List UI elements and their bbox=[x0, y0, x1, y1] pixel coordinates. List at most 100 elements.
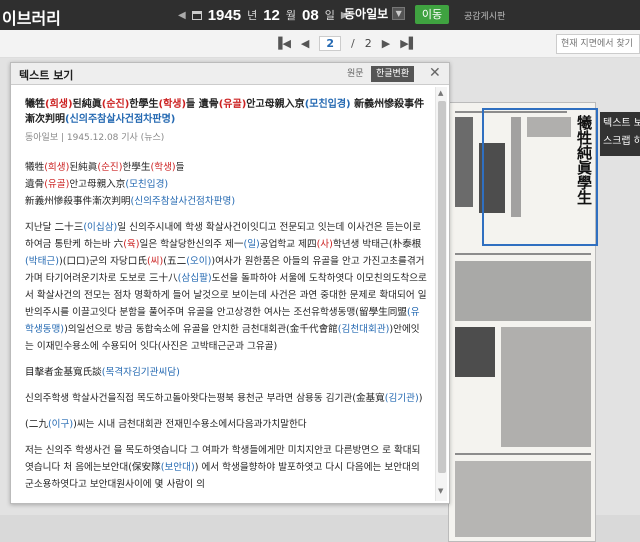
hanja-reading: (이십삼) bbox=[83, 222, 118, 233]
article-paragraph: 저는 신의주 학생사건 을 목도하엿습니다 그 여파가 학생들에게만 미치지안코… bbox=[25, 442, 427, 493]
pager: ▐◀ ◀ 2 / 2 ▶ ▶▌ bbox=[274, 36, 417, 51]
scroll-thumb[interactable] bbox=[438, 101, 446, 473]
hanja-reading: (김천대회관) bbox=[337, 324, 390, 335]
hanja-reading: (순진) bbox=[101, 99, 130, 110]
newspaper-text-block bbox=[455, 261, 591, 321]
article-paragraph: (二九(이구))씨는 시내 금천대회관 전재민수용소에서다음과가치말한다 bbox=[25, 416, 427, 433]
first-page-icon[interactable]: ▐◀ bbox=[274, 37, 291, 50]
hanja-reading: (씨) bbox=[146, 256, 164, 267]
hanja-reading: (김기관) bbox=[384, 393, 419, 404]
scroll-down-icon[interactable]: ▼ bbox=[438, 487, 443, 495]
article-text-run: 신의주학생 학살사건을직접 목도하고돌아왓다는평북 용천군 부라면 삼용동 김기… bbox=[25, 393, 385, 404]
article-text-run: (二九 bbox=[25, 419, 48, 430]
total-pages: 2 bbox=[364, 37, 372, 50]
hanja-reading: (희생) bbox=[44, 162, 70, 173]
hanja-reading: (학생) bbox=[158, 99, 187, 110]
top-bar: 이브러리 ◀ 1945 년 12 월 08 일 ▶ 동아일보 ▼ 이동 공감게시… bbox=[0, 0, 640, 30]
menu-scrap[interactable]: 스크랩 하기 bbox=[603, 133, 640, 151]
page-search-input[interactable] bbox=[556, 34, 640, 54]
newspaper-text-block bbox=[455, 117, 473, 207]
calendar-icon[interactable] bbox=[191, 10, 202, 20]
newspaper-name[interactable]: 동아일보 bbox=[344, 5, 388, 22]
article-text-run: 학년생 박태근(朴泰根 bbox=[332, 239, 422, 250]
hanja-reading: (보안대) bbox=[160, 462, 195, 473]
next-page-icon[interactable]: ▶ bbox=[382, 37, 390, 50]
tab-hangul-convert[interactable]: 한글변환 bbox=[371, 66, 415, 82]
hanja-reading: (신의주참살사건점차판명) bbox=[130, 196, 236, 207]
newspaper-rule bbox=[455, 253, 591, 255]
article-text-run: 지난달 二十三 bbox=[25, 222, 84, 233]
article-text-run: 目擊者金基寬氏談 bbox=[25, 367, 102, 378]
day-unit: 일 bbox=[324, 9, 335, 22]
hanja-reading: (학생) bbox=[150, 162, 176, 173]
newspaper-text-block bbox=[455, 461, 591, 537]
go-button[interactable]: 이동 bbox=[415, 5, 449, 24]
hanja-reading: (목격자김기관씨담) bbox=[101, 367, 180, 378]
current-page[interactable]: 2 bbox=[319, 36, 342, 51]
article-subtitle-line: 遺骨(유골)안고母親入京(모친입경) bbox=[25, 176, 427, 193]
article-title: 犧牲(희생)된純眞(순진)한學生(학생)들 遺骨(유골)안고母親入京(모친입경)… bbox=[25, 97, 427, 127]
panel-header: 텍스트 보기 원문 한글변환 ✕ bbox=[11, 63, 449, 85]
newspaper-rule bbox=[455, 453, 591, 455]
menu-text-view[interactable]: 텍스트 보기 bbox=[603, 115, 640, 133]
article-text-run: 한學生 bbox=[129, 99, 159, 110]
article-text-run: )(口口)군의 자당口氏 bbox=[58, 256, 147, 267]
article-meta: 동아일보 | 1945.12.08 기사 (뉴스) bbox=[25, 133, 165, 143]
date-selector: ◀ 1945 년 12 월 08 일 ▶ bbox=[178, 4, 349, 26]
hanja-reading: (신의주참살사건점차판명) bbox=[65, 114, 176, 125]
hanja-reading: (희생) bbox=[45, 99, 73, 110]
tab-original[interactable]: 원문 bbox=[343, 66, 368, 82]
hanja-reading: (유골) bbox=[44, 179, 70, 190]
article-paragraph: 신의주학생 학살사건을직접 목도하고돌아왓다는평북 용천군 부라면 삼용동 김기… bbox=[25, 390, 427, 407]
article-text-run: 공업학교 제四 bbox=[259, 239, 317, 250]
newspaper-photo bbox=[455, 327, 495, 377]
page-navigation-bar: ▐◀ ◀ 2 / 2 ▶ ▶▌ bbox=[0, 30, 640, 58]
article-text-run: 犧牲 bbox=[25, 162, 45, 173]
article-paragraph: 目擊者金基寬氏談(목격자김기관씨담) bbox=[25, 364, 427, 381]
scroll-up-icon[interactable]: ▲ bbox=[438, 89, 443, 97]
article-subtitle-line: 新義州慘殺事件漸次判明(신의주참살사건점차판명) bbox=[25, 193, 427, 210]
month-value[interactable]: 12 bbox=[263, 7, 280, 24]
year-unit: 년 bbox=[247, 9, 258, 22]
dropdown-icon[interactable]: ▼ bbox=[392, 7, 406, 20]
hanja-reading: (일) bbox=[243, 239, 260, 250]
year-value[interactable]: 1945 bbox=[208, 7, 241, 24]
article-text-run: 된純眞 bbox=[69, 162, 98, 173]
article-context-menu: 텍스트 보기 스크랩 하기 bbox=[600, 112, 640, 156]
newspaper-text-block bbox=[501, 327, 591, 447]
article-text-run: 한學生 bbox=[122, 162, 151, 173]
hanja-reading: (유골) bbox=[218, 99, 247, 110]
notice-board-link[interactable]: 공감게시판 bbox=[464, 9, 505, 22]
article-highlight-box[interactable] bbox=[482, 108, 598, 246]
day-value[interactable]: 08 bbox=[302, 7, 319, 24]
article-text-run: (五二 bbox=[163, 256, 187, 267]
article-text-run: ) bbox=[418, 393, 423, 404]
hanja-reading: (모친입경) bbox=[304, 99, 351, 110]
article-text-run: 遺骨 bbox=[25, 179, 45, 190]
article-text-run: 일은 학살당한신의주 제一 bbox=[139, 239, 244, 250]
hanja-reading: (이구) bbox=[47, 419, 74, 430]
close-icon[interactable]: ✕ bbox=[429, 65, 441, 81]
text-view-panel: 텍스트 보기 원문 한글변환 ✕ 犧牲(희생)된純眞(순진)한學生(학생)들 遺… bbox=[10, 62, 450, 504]
article-text-run: 된純眞 bbox=[72, 99, 102, 110]
hanja-reading: (박태근) bbox=[25, 256, 59, 267]
hanja-reading: (삼십팔) bbox=[177, 273, 212, 284]
article-paragraphs: 지난달 二十三(이십삼)일 신의주시내에 학생 확살사건이잇디고 전문되고 잇는… bbox=[25, 219, 427, 493]
article-text-run: 들 遺骨 bbox=[186, 99, 219, 110]
hanja-reading: (순진) bbox=[97, 162, 123, 173]
last-page-icon[interactable]: ▶▌ bbox=[400, 37, 417, 50]
article-text-run: )씨는 시내 금천대회관 전재민수용소에서다음과가치말한다 bbox=[73, 419, 307, 430]
newspaper-select[interactable]: 동아일보 ▼ bbox=[344, 5, 406, 22]
hanja-reading: (육) bbox=[123, 239, 140, 250]
article-text-run: 안고母親入京 bbox=[69, 179, 126, 190]
brand-logo[interactable]: 이브러리 bbox=[2, 5, 61, 29]
article-text-run: )의일선으로 방금 동합숙소에 유골을 안치한 금천대회관(金千代會館 bbox=[64, 324, 338, 335]
prev-page-icon[interactable]: ◀ bbox=[301, 37, 309, 50]
panel-scrollbar[interactable]: ▲ ▼ bbox=[435, 87, 447, 501]
article-subtitle-line: 犧牲(희생)된純眞(순진)한學生(학생)들 bbox=[25, 159, 427, 176]
month-unit: 월 bbox=[285, 9, 297, 22]
article-text-run: 犧牲 bbox=[25, 99, 45, 110]
prev-date-icon[interactable]: ◀ bbox=[178, 10, 186, 21]
article-text-run: 들 bbox=[175, 162, 185, 173]
panel-title: 텍스트 보기 bbox=[19, 69, 74, 82]
